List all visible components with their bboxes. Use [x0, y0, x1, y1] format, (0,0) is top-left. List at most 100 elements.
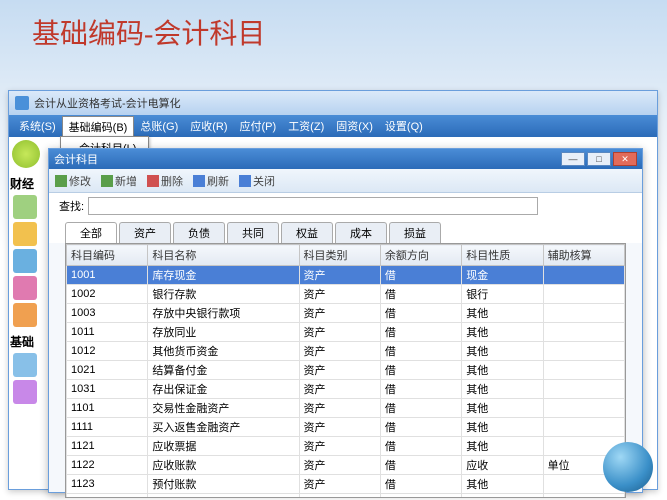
close-button[interactable]: 关闭: [239, 173, 275, 189]
tab[interactable]: 成本: [335, 222, 387, 243]
table-row[interactable]: 1011存放同业资产借其他: [67, 323, 625, 342]
table-row[interactable]: 1111买入返售金融资产资产借其他: [67, 418, 625, 437]
table-cell: 应收: [462, 456, 543, 475]
table-row[interactable]: 1002银行存款资产借银行: [67, 285, 625, 304]
table-cell: 其他: [462, 437, 543, 456]
tabs: 全部资产负债共同权益成本损益: [49, 219, 642, 243]
tab[interactable]: 权益: [281, 222, 333, 243]
table-cell: 银行: [462, 285, 543, 304]
table-cell: [543, 380, 624, 399]
column-header[interactable]: 辅助核算: [543, 245, 624, 266]
close-button[interactable]: ✕: [613, 152, 637, 166]
menu-item[interactable]: 设置(Q): [379, 116, 429, 136]
menu-item[interactable]: 应付(P): [234, 116, 283, 136]
table-cell: 买入返售金融资产: [148, 418, 299, 437]
table-row[interactable]: 1012其他货币资金资产借其他: [67, 342, 625, 361]
menu-item[interactable]: 应收(R): [184, 116, 233, 136]
table-cell: 应收票据: [148, 437, 299, 456]
table-cell: 1003: [67, 304, 148, 323]
table-cell: 1021: [67, 361, 148, 380]
menubar[interactable]: 系统(S)基础编码(B)总账(G)应收(R)应付(P)工资(Z)固资(X)设置(…: [9, 115, 657, 137]
decorative-globe: [585, 435, 665, 500]
table-cell: 资产: [299, 380, 380, 399]
column-header[interactable]: 科目类别: [299, 245, 380, 266]
table-cell: 资产: [299, 304, 380, 323]
column-header[interactable]: 科目名称: [148, 245, 299, 266]
column-header[interactable]: 科目编码: [67, 245, 148, 266]
tab[interactable]: 负债: [173, 222, 225, 243]
minimize-button[interactable]: —: [561, 152, 585, 166]
side-icon[interactable]: [13, 195, 37, 219]
table-row[interactable]: 1131应收股利资产借其他: [67, 494, 625, 499]
table-row[interactable]: 1003存放中央银行款项资产借其他: [67, 304, 625, 323]
side-icon[interactable]: [13, 353, 37, 377]
del-button[interactable]: 删除: [147, 173, 183, 189]
side-icon[interactable]: [13, 380, 37, 404]
column-header[interactable]: 科目性质: [462, 245, 543, 266]
table-row[interactable]: 1121应收票据资产借其他: [67, 437, 625, 456]
toolbar: 修改新增删除刷新关闭: [49, 169, 642, 193]
table-cell: 现金: [462, 266, 543, 285]
table-cell: 银行存款: [148, 285, 299, 304]
tab[interactable]: 损益: [389, 222, 441, 243]
child-title-text: 会计科目: [54, 151, 98, 167]
table-cell: 其他: [462, 399, 543, 418]
parent-titlebar: 会计从业资格考试-会计电算化: [9, 91, 657, 115]
side-icon[interactable]: [13, 276, 37, 300]
table-row[interactable]: 1031存出保证金资产借其他: [67, 380, 625, 399]
menu-item[interactable]: 总账(G): [134, 116, 184, 136]
menu-item[interactable]: 固资(X): [330, 116, 379, 136]
data-grid[interactable]: 科目编码科目名称科目类别余额方向科目性质辅助核算 1001库存现金资产借现金10…: [65, 243, 626, 498]
refresh-button[interactable]: 刷新: [193, 173, 229, 189]
table-cell: 其他: [462, 380, 543, 399]
table-cell: [543, 304, 624, 323]
maximize-button[interactable]: □: [587, 152, 611, 166]
menu-item[interactable]: 工资(Z): [282, 116, 330, 136]
menu-item[interactable]: 基础编码(B): [62, 116, 135, 137]
menu-item[interactable]: 系统(S): [13, 116, 62, 136]
table-cell: 借: [380, 285, 461, 304]
table-cell: [543, 285, 624, 304]
table-cell: 1121: [67, 437, 148, 456]
table-cell: 资产: [299, 456, 380, 475]
toolbar-label: 修改: [69, 173, 91, 189]
table-row[interactable]: 1001库存现金资产借现金: [67, 266, 625, 285]
table-row[interactable]: 1101交易性金融资产资产借其他: [67, 399, 625, 418]
table-cell: 其他货币资金: [148, 342, 299, 361]
table-cell: [543, 399, 624, 418]
table-cell: 资产: [299, 342, 380, 361]
table-row[interactable]: 1021结算备付金资产借其他: [67, 361, 625, 380]
table-cell: 其他: [462, 418, 543, 437]
tab[interactable]: 全部: [65, 222, 117, 243]
table-cell: 存放中央银行款项: [148, 304, 299, 323]
table-cell: 资产: [299, 266, 380, 285]
parent-title-text: 会计从业资格考试-会计电算化: [34, 95, 181, 111]
side-icon[interactable]: [13, 303, 37, 327]
table-cell: [543, 342, 624, 361]
table-cell: 库存现金: [148, 266, 299, 285]
edit-button[interactable]: 修改: [55, 173, 91, 189]
search-input[interactable]: [88, 197, 538, 215]
side-icon[interactable]: [13, 222, 37, 246]
table-cell: 资产: [299, 475, 380, 494]
del-icon: [147, 175, 159, 187]
page-heading: 基础编码-会计科目: [0, 0, 667, 52]
tab[interactable]: 资产: [119, 222, 171, 243]
column-header[interactable]: 余额方向: [380, 245, 461, 266]
table-cell: 资产: [299, 418, 380, 437]
side-icon[interactable]: [13, 249, 37, 273]
tab[interactable]: 共同: [227, 222, 279, 243]
table-cell: 1101: [67, 399, 148, 418]
edit-icon: [55, 175, 67, 187]
table-cell: 应收股利: [148, 494, 299, 499]
add-button[interactable]: 新增: [101, 173, 137, 189]
table-cell: 1012: [67, 342, 148, 361]
table-cell: 借: [380, 323, 461, 342]
table-cell: 其他: [462, 361, 543, 380]
table-row[interactable]: 1122应收账款资产借应收单位: [67, 456, 625, 475]
table-cell: 其他: [462, 494, 543, 499]
table-row[interactable]: 1123预付账款资产借其他: [67, 475, 625, 494]
close-icon: [239, 175, 251, 187]
table-cell: 1001: [67, 266, 148, 285]
table-cell: 借: [380, 456, 461, 475]
